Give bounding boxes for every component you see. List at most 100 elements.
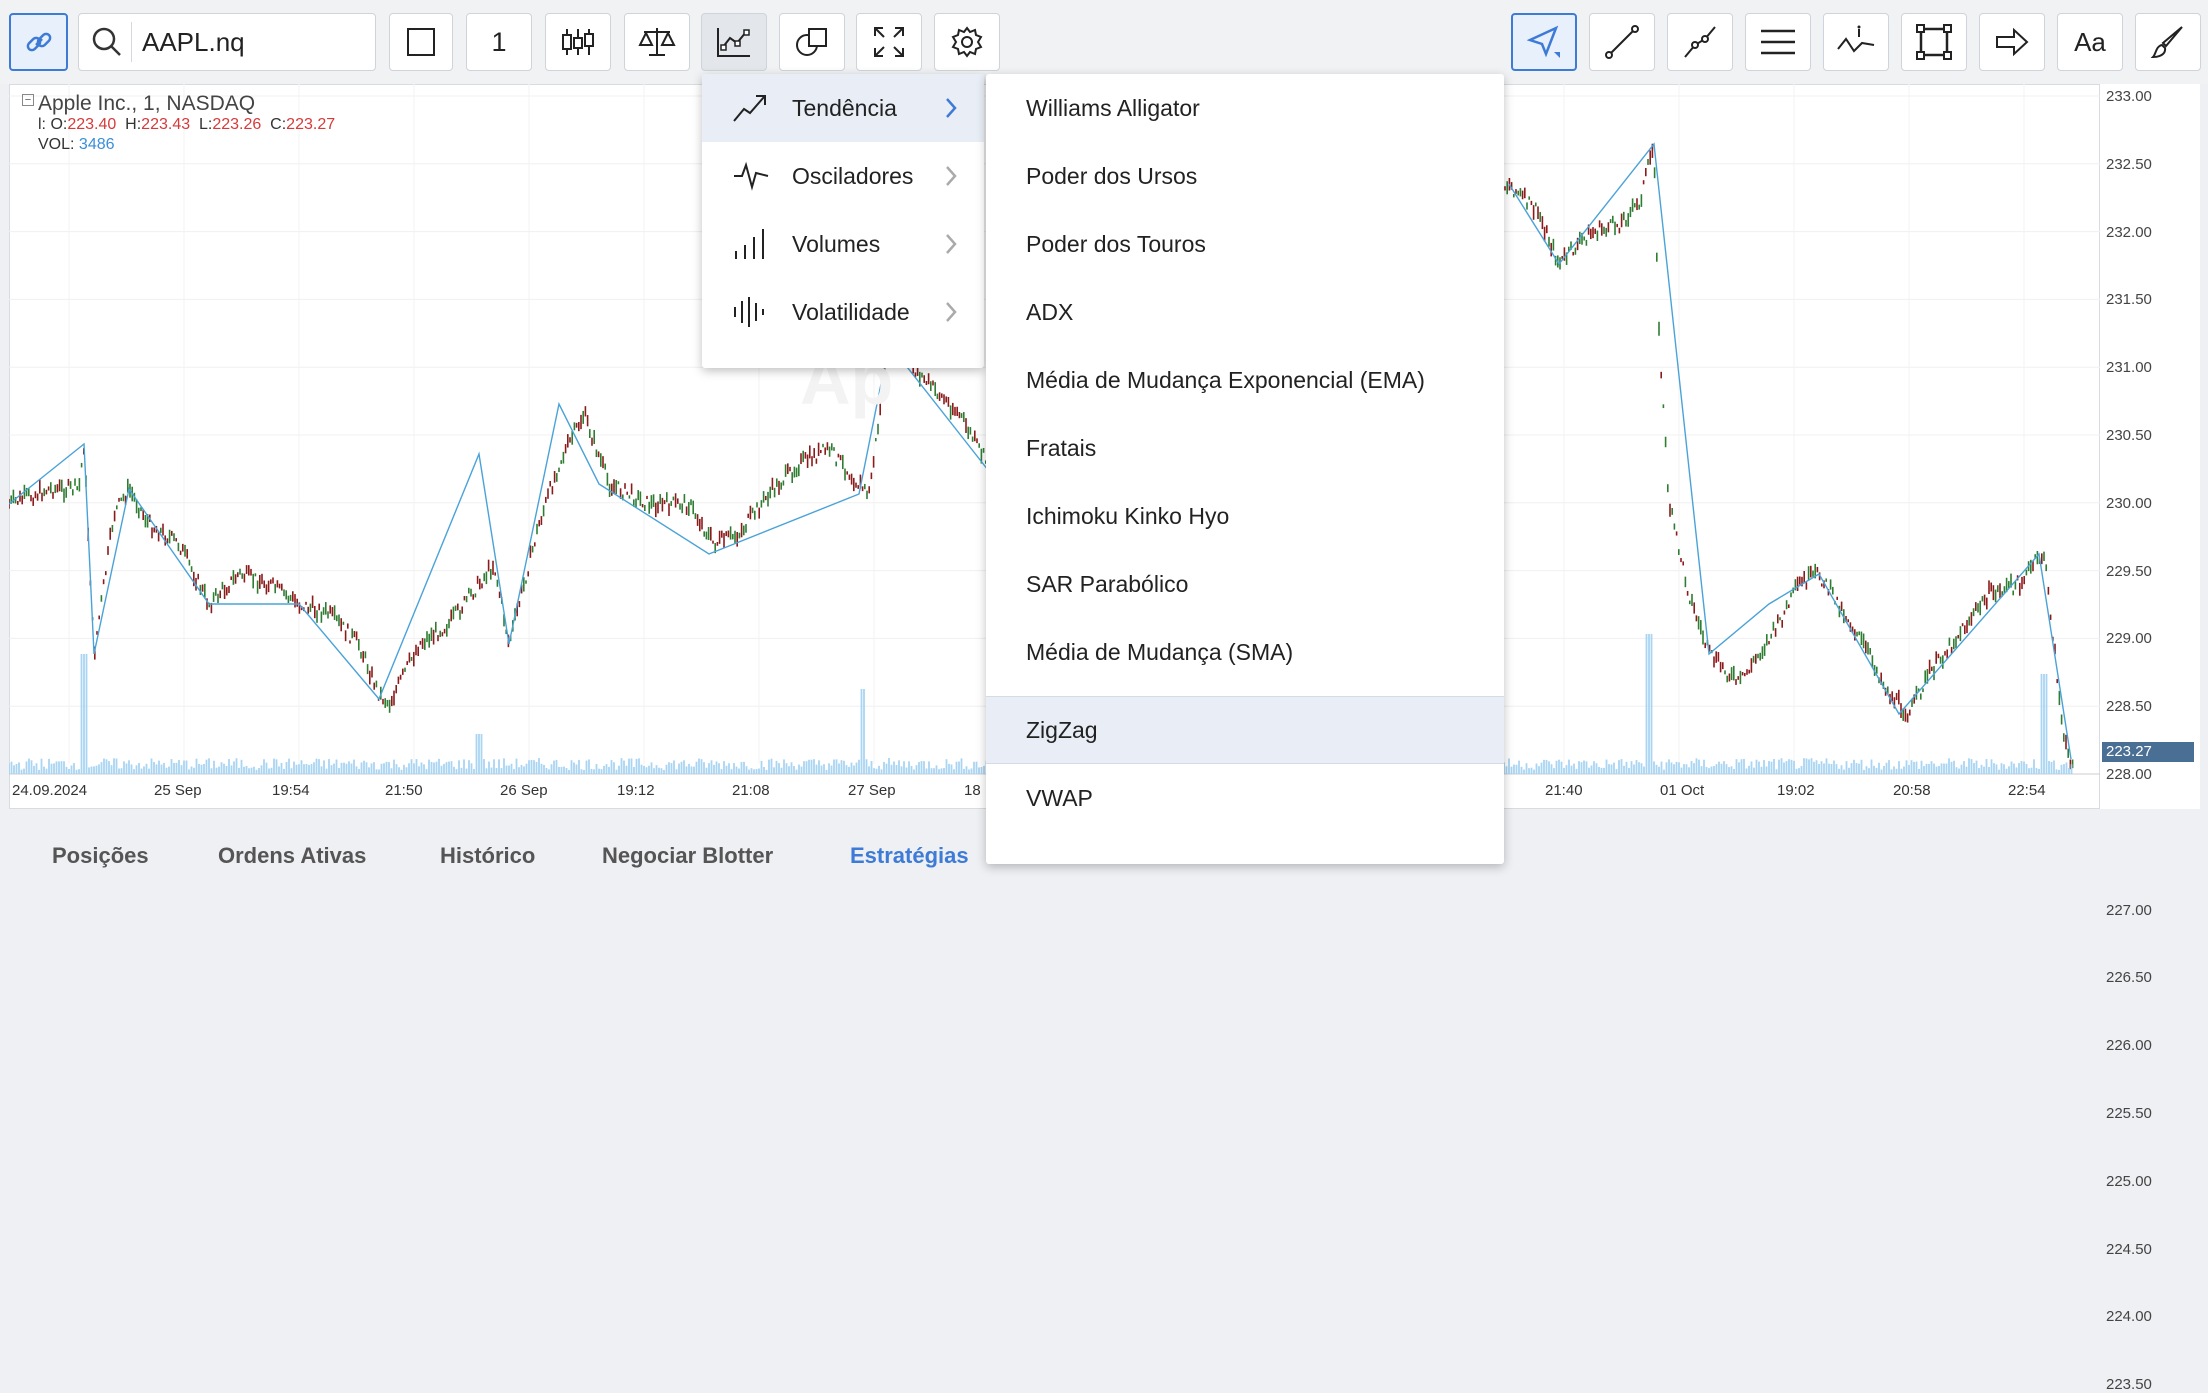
menu-category-volatility[interactable]: Volatilidade [702,278,984,346]
indicators-icon [717,28,750,57]
price-tick: 228.00 [2106,766,2152,783]
fullscreen-button[interactable] [856,13,922,71]
shapes-icon [796,28,827,56]
price-tick: 226.00 [2106,1037,2152,1055]
polyline-icon [1684,26,1716,58]
cursor-arrow-icon [1526,25,1560,58]
tab-strategies[interactable]: Estratégias [850,843,969,869]
candlestick-icon [562,29,594,55]
last-price-tag: 223.27 [2102,742,2194,762]
time-tick: 01 Oct [1660,782,1705,799]
legend-high: 223.43 [141,116,191,133]
menu-category-volumes[interactable]: Volumes [702,210,984,278]
gear-icon [951,26,983,58]
cursor-tool-button[interactable] [1511,13,1577,71]
legend-ohlc: l: O:223.40 H:223.43 L:223.26 C:223.27 [38,116,336,133]
menu-item-ema[interactable]: Média de Mudança Exponencial (EMA) [986,346,1504,414]
price-tick: 230.00 [2106,494,2152,512]
rectangle-icon [1916,24,1952,60]
menu-item-ichimoku[interactable]: Ichimoku Kinko Hyo [986,482,1504,550]
price-tick: 231.00 [2106,359,2152,377]
price-tick: 231.50 [2106,291,2152,309]
menu-item-adx[interactable]: ADX [986,278,1504,346]
horizontal-lines-icon [1761,29,1795,55]
price-tick: 228.50 [2106,698,2152,716]
price-tick: 227.00 [2106,901,2152,919]
price-tick: 233.00 [2106,88,2152,105]
time-tick: 19:02 [1777,782,1815,799]
legend-low: 223.26 [212,116,262,133]
chart-style-button[interactable] [389,13,453,71]
square-icon [407,28,435,56]
symbol-search[interactable]: AAPL.nq [78,13,376,71]
link-icon [26,32,51,52]
menu-item-sma[interactable]: Média de Mudança (SMA) [986,618,1504,686]
arrow-button[interactable] [1979,13,2045,71]
tab-history[interactable]: Histórico [440,843,535,869]
time-tick: 18 [964,782,981,799]
interval-label: 1 [491,26,507,57]
volume-bars-icon [735,229,764,259]
legend-symbol-name: Apple Inc., 1, NASDAQ [38,92,256,115]
menu-item-bulls-power[interactable]: Poder dos Touros [986,210,1504,278]
menu-item-parabolic-sar[interactable]: SAR Parabólico [986,550,1504,618]
trend-up-icon [733,95,766,122]
menu-item-williams-alligator[interactable]: Williams Alligator [986,74,1504,142]
price-tick: 225.50 [2106,1105,2152,1122]
tab-positions[interactable]: Posições [52,843,149,869]
price-tick: 232.50 [2106,155,2152,173]
menu-item-bears-power[interactable]: Poder dos Ursos [986,142,1504,210]
brush-icon [2150,26,2183,59]
rectangle-button[interactable] [1901,13,1967,71]
trend-line-button[interactable] [1589,13,1655,71]
text-tool-button[interactable]: Aa [2057,13,2123,71]
chevron-right-icon [946,166,957,186]
brush-button[interactable] [2135,13,2201,71]
trend-indicators-submenu: Williams Alligator Poder dos Ursos Poder… [986,74,1504,864]
time-tick: 22:54 [2008,782,2046,799]
price-tick: 230.50 [2106,427,2152,444]
price-tick: 224.50 [2106,1240,2152,1258]
info-wave-icon [1837,25,1875,53]
settings-button[interactable] [934,13,1000,71]
time-tick: 20:58 [1893,782,1931,799]
time-tick: 26 Sep [500,782,548,799]
time-tick: 24.09.2024 [12,782,88,799]
annotation-button[interactable] [1823,13,1889,71]
price-axis[interactable]: 233.00 232.50 232.00 231.50 231.00 230.50 230.… [2100,84,2200,1393]
menu-item-vwap[interactable]: VWAP [986,764,1504,832]
time-tick: 27 Sep [848,782,896,799]
fullscreen-icon [874,27,904,57]
interval-button[interactable]: 1 [466,13,532,71]
menu-category-trend[interactable]: Tendência [702,74,984,142]
menu-category-oscillators[interactable]: Osciladores [702,142,984,210]
candles-button[interactable] [545,13,611,71]
time-tick: 19:54 [272,782,310,799]
horizontal-lines-button[interactable] [1745,13,1811,71]
indicators-button[interactable] [701,13,767,71]
legend-volume: VOL: 3486 [38,136,115,153]
top-toolbar: AAPL.nq 1 Aa [0,0,2208,84]
tab-active-orders[interactable]: Ordens Ativas [218,843,366,869]
price-tick: 224.00 [2106,1308,2152,1326]
menu-item-zigzag[interactable]: ZigZag [986,696,1504,764]
price-tick: 226.50 [2106,969,2152,987]
link-button[interactable] [9,13,68,71]
chevron-right-icon [946,98,957,118]
shapes-button[interactable] [779,13,845,71]
legend-collapse-toggle[interactable]: − [22,94,34,106]
compare-button[interactable] [624,13,690,71]
arrow-right-icon [1996,27,2029,57]
polyline-button[interactable] [1667,13,1733,71]
symbol-input[interactable]: AAPL.nq [142,27,245,58]
time-tick: 25 Sep [154,782,202,799]
tab-trade-blotter[interactable]: Negociar Blotter [602,843,773,869]
time-tick: 21:50 [385,782,423,799]
indicator-category-menu: Tendência Osciladores Volumes Volatilida… [702,74,984,368]
search-icon [92,27,121,56]
legend-close: 223.27 [286,116,336,133]
menu-item-fractals[interactable]: Fratais [986,414,1504,482]
time-tick: 19:12 [617,782,655,799]
price-tick: 229.00 [2106,630,2152,648]
chevron-right-icon [946,302,957,322]
